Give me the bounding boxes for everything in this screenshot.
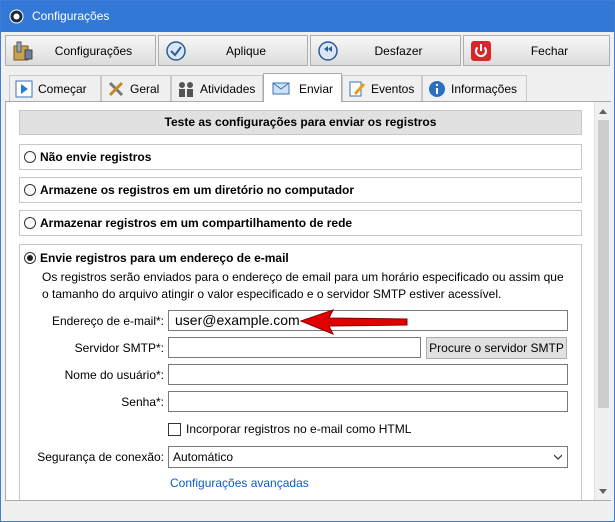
- password-label: Senha*:: [121, 395, 164, 409]
- radio-no-send[interactable]: [24, 151, 36, 163]
- option-label: Armazenar registros em um compartilhamen…: [40, 216, 353, 230]
- tab-comecar[interactable]: Começar: [9, 75, 101, 101]
- tab-atividades[interactable]: Atividades: [171, 75, 263, 101]
- title-bar[interactable]: Configurações: [1, 1, 614, 32]
- settings-tools-icon: [13, 41, 33, 61]
- edit-document-icon: [349, 81, 366, 97]
- tab-enviar[interactable]: Enviar: [263, 73, 342, 102]
- security-label: Segurança de conexão:: [37, 450, 164, 464]
- enviar-panel: Teste as configurações para enviar os re…: [5, 101, 612, 501]
- tab-label: Enviar: [299, 82, 334, 96]
- option-network-share[interactable]: Armazenar registros em um compartilhamen…: [19, 210, 582, 236]
- email-label: Endereço de e-mail*:: [51, 314, 164, 328]
- test-settings-header[interactable]: Teste as configurações para enviar os re…: [19, 110, 582, 135]
- smtp-input[interactable]: [168, 337, 421, 358]
- option-no-send[interactable]: Não envie registros: [19, 144, 582, 170]
- desfazer-button[interactable]: Desfazer: [310, 35, 461, 66]
- people-icon: [179, 82, 193, 97]
- configuracoes-button[interactable]: Configurações: [5, 35, 156, 66]
- play-icon: [15, 80, 33, 98]
- security-value: Automático: [173, 450, 234, 464]
- red-arrow-annotation-icon: [299, 309, 408, 335]
- tools-icon: [108, 81, 124, 97]
- radio-network-share[interactable]: [24, 217, 36, 229]
- option-label: Envie registros para um endereço de e-ma…: [40, 251, 289, 265]
- find-smtp-button[interactable]: Procure o servidor SMTP: [426, 337, 567, 359]
- option-label: Não envie registros: [40, 150, 152, 164]
- scroll-up-icon[interactable]: [599, 109, 607, 114]
- option-local-directory[interactable]: Armazene os registros em um diretório no…: [19, 177, 582, 203]
- scroll-thumb[interactable]: [598, 120, 609, 408]
- tab-label: Informações: [451, 82, 518, 96]
- app-icon: [9, 9, 24, 24]
- fechar-button[interactable]: Fechar: [463, 35, 610, 66]
- option-email: Envie registros para um endereço de e-ma…: [19, 244, 582, 500]
- fechar-label: Fechar: [530, 44, 569, 58]
- undo-icon: [318, 41, 338, 61]
- smtp-label: Servidor SMTP*:: [74, 341, 164, 355]
- option-label: Armazene os registros em um diretório no…: [40, 183, 355, 197]
- html-checkbox-label: Incorporar registros no e-mail como HTML: [186, 422, 412, 436]
- tab-label: Geral: [130, 82, 160, 96]
- password-input[interactable]: [168, 391, 568, 412]
- username-label: Nome do usuário*:: [64, 368, 164, 382]
- tab-eventos[interactable]: Eventos: [342, 75, 422, 101]
- radio-email[interactable]: [24, 252, 36, 264]
- aplique-label: Aplique: [225, 44, 267, 58]
- toolbar: Configurações Aplique Desfazer Fechar: [1, 32, 614, 69]
- scroll-down-icon[interactable]: [599, 489, 607, 494]
- mail-icon: [272, 82, 290, 95]
- desfazer-label: Desfazer: [374, 44, 423, 58]
- tab-informacoes[interactable]: Informações: [422, 75, 527, 101]
- configuracoes-label: Configurações: [54, 44, 133, 58]
- tab-geral[interactable]: Geral: [101, 75, 171, 101]
- tab-label: Eventos: [371, 82, 415, 96]
- html-checkbox[interactable]: [168, 423, 181, 436]
- window-title: Configurações: [32, 9, 110, 23]
- chevron-down-icon: [554, 454, 562, 460]
- power-icon: [471, 41, 491, 61]
- radio-local-directory[interactable]: [24, 184, 36, 196]
- advanced-settings-link[interactable]: Configurações avançadas: [170, 476, 309, 490]
- tab-label: Atividades: [200, 82, 256, 96]
- tab-label: Começar: [38, 82, 87, 96]
- apply-check-icon: [166, 41, 186, 61]
- security-select[interactable]: Automático: [168, 446, 568, 468]
- aplique-button[interactable]: Aplique: [158, 35, 308, 66]
- username-input[interactable]: [168, 364, 568, 385]
- vertical-scrollbar[interactable]: [594, 102, 612, 500]
- info-icon: [429, 81, 445, 97]
- tab-bar: Começar Geral Atividades Enviar Eventos …: [5, 73, 611, 102]
- email-description: Os registros serão enviados para o ender…: [42, 270, 564, 301]
- settings-window: Configurações Configurações Aplique Desf…: [0, 0, 615, 522]
